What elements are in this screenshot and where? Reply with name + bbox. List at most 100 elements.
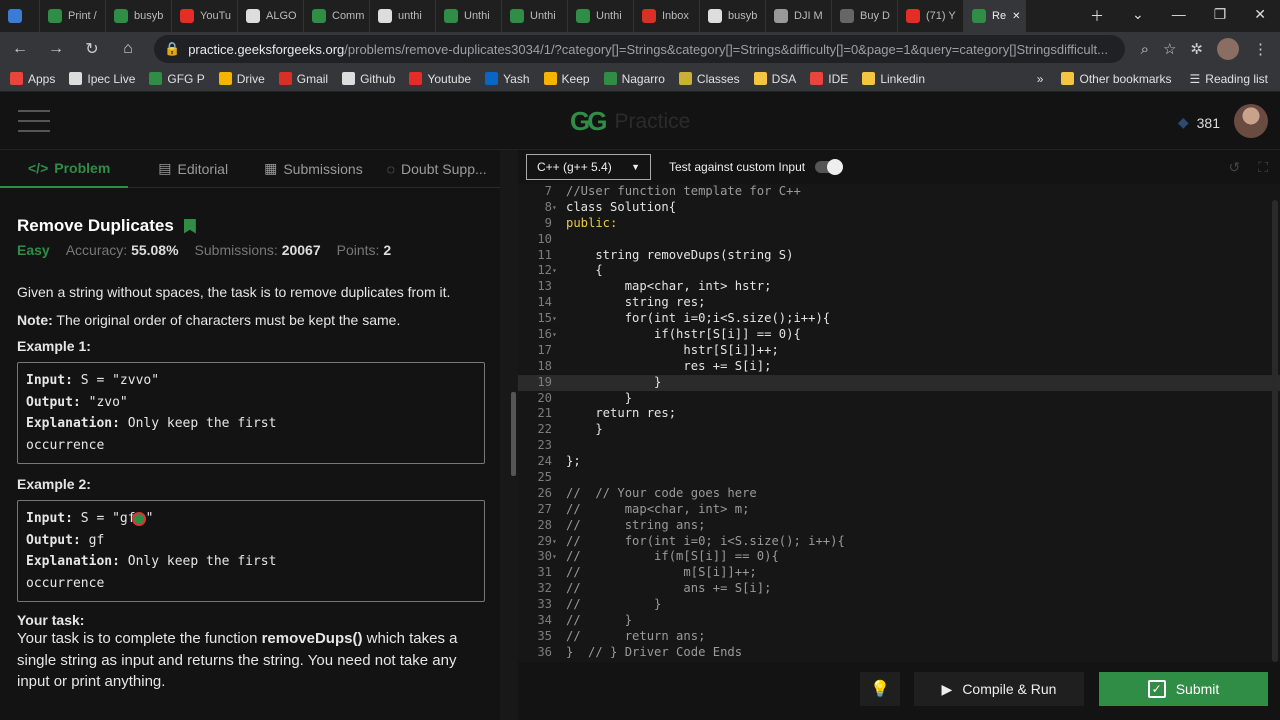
bookmarks-overflow[interactable]: » xyxy=(1037,72,1044,86)
browser-tab[interactable] xyxy=(0,0,40,32)
browser-tab[interactable]: Buy D xyxy=(832,0,898,32)
browser-tab[interactable]: ALGO xyxy=(238,0,304,32)
reload-icon[interactable]: ↻ xyxy=(82,39,102,59)
back-icon[interactable]: ← xyxy=(10,40,30,58)
restore-icon[interactable]: ❐ xyxy=(1214,6,1227,26)
code-editor[interactable]: 7//User function template for C++ 8 ▾ class… xyxy=(518,184,1280,662)
zoom-icon[interactable]: ⌕ xyxy=(1141,41,1149,58)
browser-tab[interactable]: Unthi xyxy=(436,0,502,32)
profile-avatar[interactable] xyxy=(1217,38,1239,60)
user-avatar[interactable] xyxy=(1234,104,1268,138)
tab-favicon-icon xyxy=(510,9,524,23)
close-tab-icon[interactable]: ✕ xyxy=(1012,11,1020,22)
browser-tab[interactable]: Unthi xyxy=(568,0,634,32)
fold-marker-icon[interactable]: ▾ xyxy=(552,549,560,565)
bookmark-icon xyxy=(543,72,557,85)
tab-problem[interactable]: </> Problem xyxy=(0,150,129,188)
fullscreen-icon[interactable]: ⛶ xyxy=(1258,159,1268,176)
bookmark-item[interactable]: DSA xyxy=(753,71,797,86)
bookmark-item[interactable]: Github xyxy=(342,72,395,86)
bookmark-item[interactable]: Apps xyxy=(10,72,55,86)
browser-tab[interactable]: unthi xyxy=(370,0,436,32)
editor-scrollbar[interactable] xyxy=(1272,200,1278,662)
line-number: 22 xyxy=(537,422,552,437)
bookmark-item[interactable]: Yash xyxy=(485,72,530,86)
fold-marker-icon[interactable]: ▾ xyxy=(552,200,560,216)
new-tab-icon[interactable]: ＋ xyxy=(1090,6,1104,26)
menu-dots-icon[interactable]: ⋮ xyxy=(1253,40,1268,58)
browser-tab[interactable]: YouTu xyxy=(172,0,238,32)
forward-icon[interactable]: → xyxy=(46,40,66,58)
tab-favicon-icon xyxy=(246,9,260,23)
code-text: string res; xyxy=(566,295,706,310)
bookmark-label: Gmail xyxy=(296,71,329,86)
gfg-logo[interactable]: GG Practice xyxy=(570,106,690,137)
browser-tab[interactable]: Comm xyxy=(304,0,370,32)
other-bookmarks[interactable]: Other bookmarks xyxy=(1061,72,1172,86)
custom-input-label: Test against custom Input xyxy=(669,160,806,174)
fold-marker-icon[interactable]: ▾ xyxy=(552,263,560,279)
close-window-icon[interactable]: ✕ xyxy=(1254,6,1266,26)
hamburger-menu-icon[interactable] xyxy=(18,110,50,132)
browser-tab[interactable]: (71) Y xyxy=(898,0,964,32)
bookmark-item[interactable]: Youtube xyxy=(409,72,471,86)
reset-code-icon[interactable]: ↺ xyxy=(1228,159,1240,176)
extensions-icon[interactable]: ✲ xyxy=(1190,40,1203,58)
tab-doubt-support[interactable]: ◌ Doubt Supp... xyxy=(381,150,493,188)
fold-marker-icon[interactable]: ▾ xyxy=(552,534,560,550)
tab-search-icon[interactable]: ⌄ xyxy=(1132,6,1144,26)
submissions-label: Submissions: xyxy=(194,242,278,258)
home-icon[interactable]: ⌂ xyxy=(118,40,138,58)
minimize-icon[interactable]: — xyxy=(1172,6,1186,26)
bookmark-item[interactable]: Classes xyxy=(678,72,740,86)
bookmark-icon xyxy=(149,72,163,85)
bookmark-item[interactable]: Drive xyxy=(218,72,265,86)
mouse-cursor-marker xyxy=(131,511,146,526)
ex2-explanation-cont: occurrence xyxy=(26,575,105,591)
bookmark-item[interactable]: Linkedin xyxy=(862,72,925,86)
submit-button[interactable]: ✓ Submit xyxy=(1099,672,1268,706)
code-line: 12 ▾ { xyxy=(518,263,1280,279)
browser-tab[interactable]: Inbox xyxy=(634,0,700,32)
bookmark-item[interactable]: Gmail xyxy=(278,71,329,86)
tab-favicon-icon xyxy=(708,9,722,23)
language-select[interactable]: C++ (g++ 5.4) ▼ xyxy=(526,154,651,180)
bookmark-icon xyxy=(485,72,499,85)
browser-tab[interactable]: busyb xyxy=(106,0,172,32)
custom-input-toggle[interactable] xyxy=(815,159,844,175)
url-field[interactable]: 🔒 practice.geeksforgeeks.org/problems/re… xyxy=(154,35,1125,63)
fold-marker-icon xyxy=(552,248,560,264)
star-icon[interactable]: ☆ xyxy=(1163,40,1176,58)
submissions-stat: Submissions: 20067 xyxy=(195,242,321,258)
problem-scrollbar[interactable] xyxy=(511,392,516,476)
code-text: public: xyxy=(566,215,618,230)
browser-tab[interactable]: Print / xyxy=(40,0,106,32)
bookmark-item[interactable]: IDE xyxy=(810,72,848,86)
code-line: 32 // ans += S[i]; xyxy=(518,581,1280,597)
bookmark-label: DSA xyxy=(771,71,797,86)
bookmark-item[interactable]: GFG P xyxy=(149,72,205,86)
bookmark-item[interactable]: Ipec Live xyxy=(69,72,135,86)
fold-marker-icon[interactable]: ▾ xyxy=(552,311,560,327)
lightbulb-icon[interactable]: 💡 xyxy=(860,672,900,706)
code-icon: </> xyxy=(28,159,49,176)
browser-tab[interactable]: Unthi xyxy=(502,0,568,32)
tab-submissions[interactable]: ▦ Submissions xyxy=(246,150,381,188)
browser-tab[interactable]: Re ✕ xyxy=(964,0,1026,32)
reading-list[interactable]: ☰ Reading list xyxy=(1190,72,1268,86)
bookmark-item[interactable]: Keep xyxy=(543,72,590,86)
bookmark-item[interactable]: Nagarro xyxy=(603,72,665,86)
browser-tab[interactable]: busyb xyxy=(700,0,766,32)
bookmark-icon[interactable] xyxy=(183,218,196,234)
fold-marker-icon[interactable]: ▾ xyxy=(552,327,560,343)
browser-tab[interactable]: DJI M xyxy=(766,0,832,32)
fold-marker-icon xyxy=(552,486,560,502)
browser-tab-label: Print / xyxy=(68,10,97,22)
code-line: 31 // m[S[i]]++; xyxy=(518,565,1280,581)
code-text: }; xyxy=(566,454,581,469)
compile-run-button[interactable]: ▶ Compile & Run xyxy=(914,672,1084,706)
tab-editorial[interactable]: ▤ Editorial xyxy=(140,150,246,188)
line-number: 30 xyxy=(537,549,552,564)
code-text: } xyxy=(566,374,662,389)
fold-marker-icon xyxy=(552,613,560,629)
